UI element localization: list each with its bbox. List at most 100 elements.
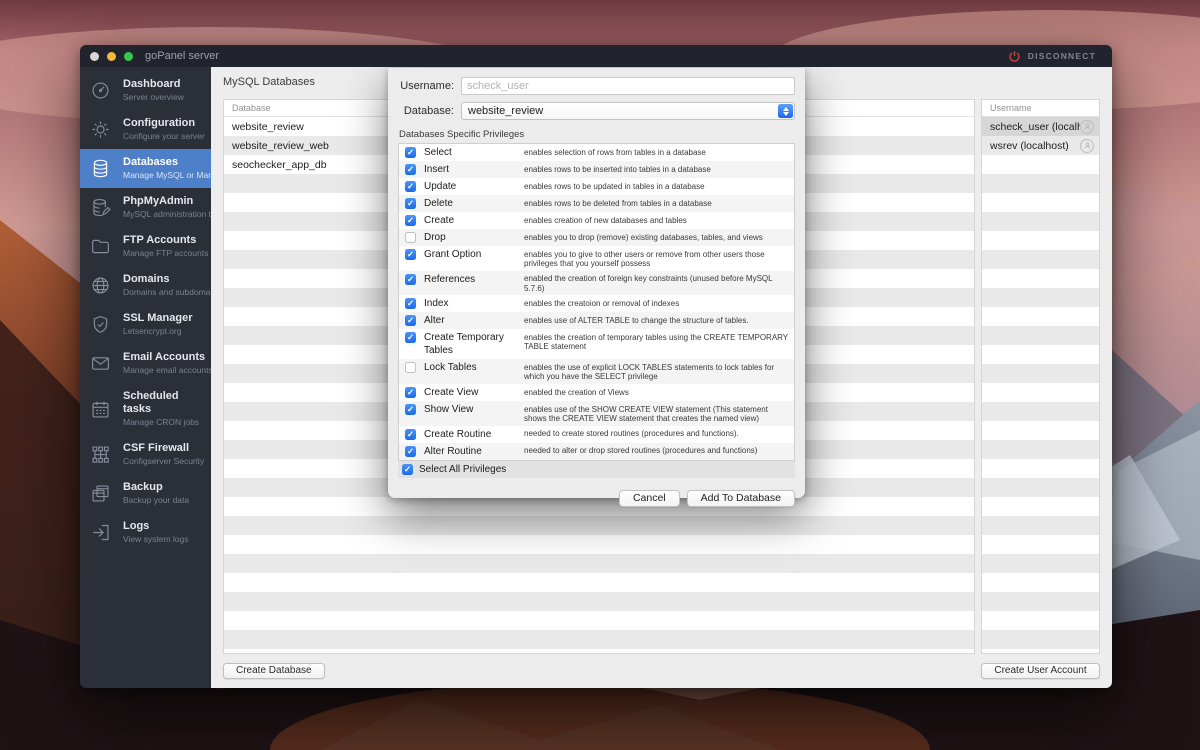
database-field-label: Database: (403, 105, 454, 117)
privilege-checkbox[interactable] (405, 164, 416, 175)
database-row (224, 592, 974, 611)
gauge-icon (90, 79, 116, 103)
sidebar-item-scheduled-tasks[interactable]: Scheduled tasks Manage CRON jobs (80, 383, 211, 435)
sidebar-item-subtitle: Configserver Security (123, 456, 205, 466)
sidebar-item-subtitle: Configure your server (123, 131, 205, 141)
privilege-name: Alter Routine (424, 445, 482, 457)
sidebar-item-csf-firewall[interactable]: CSF Firewall Configserver Security (80, 435, 211, 474)
privilege-checkbox[interactable] (405, 404, 416, 416)
sidebar-item-title: SSL Manager (123, 312, 193, 324)
mail-icon (90, 352, 116, 376)
cancel-button[interactable]: Cancel (618, 489, 680, 507)
database-icon (90, 157, 116, 181)
privilege-checkbox[interactable] (405, 181, 416, 192)
username-input[interactable] (461, 77, 795, 95)
privilege-name: Create Routine (424, 428, 492, 440)
sidebar-item-domains[interactable]: Domains Domains and subdomains (80, 266, 221, 305)
sidebar-item-subtitle: Manage CRON jobs (123, 417, 200, 427)
privilege-row: Alter Routine needed to alter or drop st… (399, 442, 794, 460)
dropdown-stepper-icon (778, 104, 793, 118)
folder-icon (90, 235, 116, 259)
user-row (982, 611, 1099, 630)
privilege-checkbox[interactable] (405, 232, 416, 243)
sidebar-item-ftp-accounts[interactable]: FTP Accounts Manage FTP accounts (80, 227, 211, 266)
user-row[interactable]: scheck_user (localhost) (982, 117, 1099, 136)
privilege-checkbox[interactable] (405, 315, 416, 327)
privilege-row: Select enables selection of rows from ta… (399, 144, 794, 161)
database-row (224, 516, 974, 535)
database-select[interactable]: website_review (461, 102, 795, 120)
privilege-checkbox[interactable] (405, 332, 416, 344)
privilege-checkbox[interactable] (405, 362, 416, 374)
privilege-checkbox[interactable] (405, 298, 416, 310)
privilege-checkbox[interactable] (405, 273, 416, 285)
create-database-button[interactable]: Create Database (223, 663, 325, 679)
privilege-row: Insert enables rows to be inserted into … (399, 161, 794, 178)
privilege-checkbox[interactable] (405, 387, 416, 399)
user-row (982, 421, 1099, 440)
sidebar-item-title: PhpMyAdmin (123, 195, 194, 207)
user-row (982, 592, 1099, 611)
sidebar-item-backup[interactable]: Backup Backup your data (80, 474, 211, 513)
user-row (982, 516, 1099, 535)
content-area: MySQL Databases Database website_review … (211, 67, 1112, 688)
gear-icon (90, 118, 116, 142)
sidebar-item-logs[interactable]: Logs View system logs (80, 513, 211, 552)
sidebar-item-phpmyadmin[interactable]: PhpMyAdmin MySQL administration tool (80, 188, 223, 227)
sidebar-item-title: CSF Firewall (123, 442, 190, 454)
privilege-description: enables you to drop (remove) existing da… (524, 232, 763, 242)
sidebar-item-configuration[interactable]: Configuration Configure your server (80, 110, 211, 149)
create-user-account-button[interactable]: Create User Account (981, 663, 1100, 679)
privilege-description: needed to alter or drop stored routines … (524, 446, 758, 456)
privilege-description: enables rows to be inserted into tables … (524, 164, 711, 174)
page-title: MySQL Databases (223, 76, 315, 88)
logs-icon (90, 521, 116, 545)
privilege-checkbox[interactable] (405, 147, 416, 158)
privilege-row: Update enables rows to be updated in tab… (399, 178, 794, 195)
zoom-window-button[interactable] (124, 51, 133, 61)
sidebar-item-subtitle: Manage FTP accounts (123, 248, 209, 258)
privilege-checkbox[interactable] (405, 428, 416, 440)
disconnect-button[interactable]: DISCONNECT (1008, 45, 1096, 67)
user-row (982, 402, 1099, 421)
globe-icon (90, 274, 116, 298)
sidebar-item-title: Backup (123, 481, 163, 493)
privilege-row: Index enables the creatoion or removal o… (399, 295, 794, 312)
shield-icon (90, 313, 116, 337)
sidebar-item-subtitle: MySQL administration tool (123, 209, 223, 219)
privilege-description: enables the creation of temporary tables… (524, 332, 788, 352)
add-to-database-button[interactable]: Add To Database (686, 489, 795, 507)
privilege-checkbox[interactable] (405, 445, 416, 457)
sidebar-item-dashboard[interactable]: Dashboard Server overview (80, 71, 211, 110)
privilege-row: Create Routine needed to create stored r… (399, 426, 794, 443)
privilege-name: Create View (424, 387, 479, 399)
privilege-description: enables use of the SHOW CREATE VIEW stat… (524, 404, 768, 424)
user-row (982, 155, 1099, 174)
privilege-name: Show View (424, 404, 474, 416)
select-all-checkbox[interactable] (402, 464, 413, 476)
privilege-description: enables rows to be updated in tables in … (524, 181, 705, 191)
database-select-value: website_review (468, 105, 544, 117)
close-window-button[interactable] (90, 51, 99, 61)
minimize-window-button[interactable] (107, 51, 116, 61)
privilege-name: Grant Option (424, 249, 482, 260)
sidebar-item-databases[interactable]: Databases Manage MySQL or MariaDB (80, 149, 229, 188)
db-admin-icon (90, 196, 116, 220)
privilege-description: enabled the creation of foreign key cons… (524, 274, 773, 293)
user-row (982, 497, 1099, 516)
privilege-name: Select (424, 147, 452, 158)
privilege-checkbox[interactable] (405, 215, 416, 226)
privilege-checkbox[interactable] (405, 249, 416, 260)
user-row (982, 649, 1099, 653)
privilege-row: Drop enables you to drop (remove) existi… (399, 229, 794, 246)
user-row[interactable]: wsrev (localhost) (982, 136, 1099, 155)
sidebar-item-email-accounts[interactable]: Email Accounts Manage email accounts (80, 344, 213, 383)
sidebar-item-ssl-manager[interactable]: SSL Manager Letsencrypt.org (80, 305, 211, 344)
database-row (224, 554, 974, 573)
sidebar: Dashboard Server overview Configuration … (80, 67, 229, 688)
database-row (224, 649, 974, 653)
privilege-checkbox[interactable] (405, 198, 416, 209)
user-row (982, 383, 1099, 402)
database-row (224, 535, 974, 554)
select-all-row: Select All Privileges (398, 460, 795, 478)
